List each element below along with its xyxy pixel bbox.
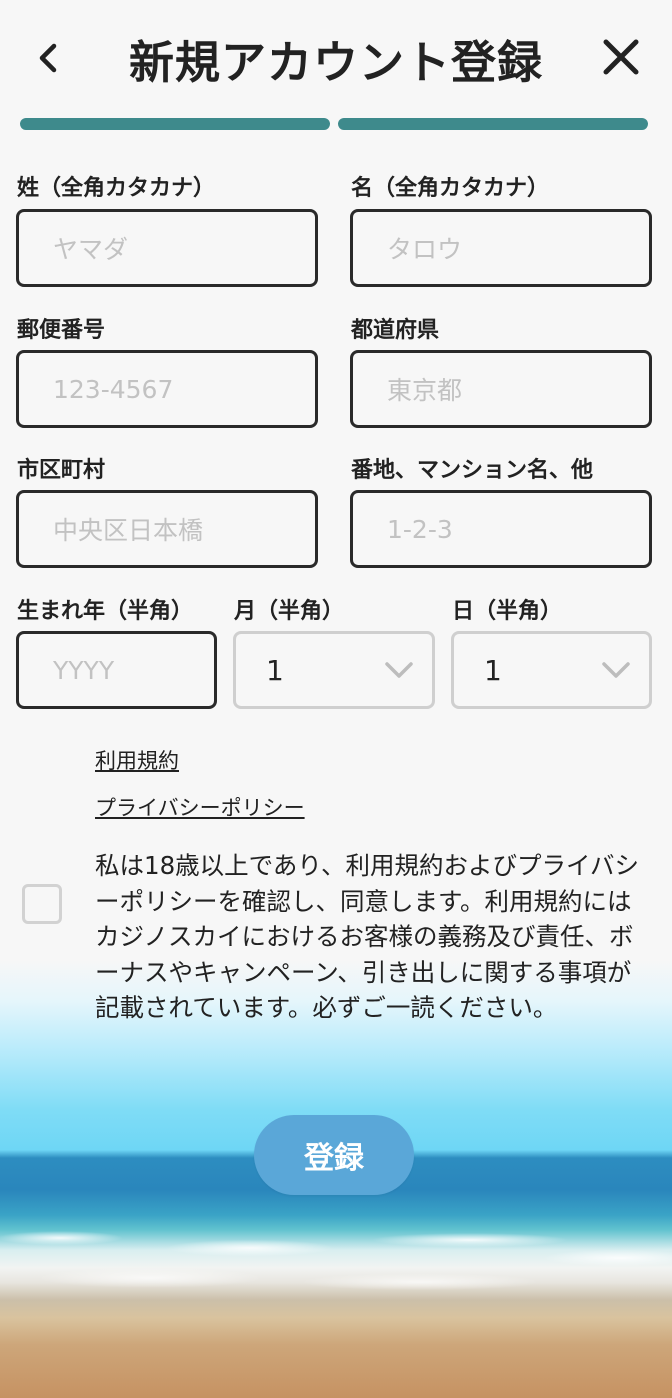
- register-button-label: 登録: [304, 1141, 364, 1176]
- progress-step-2: [338, 118, 648, 130]
- prefecture-label: 都道府県: [351, 318, 440, 343]
- postal-code-label: 郵便番号: [17, 318, 106, 343]
- postal-code-placeholder: 123-4567: [53, 374, 174, 404]
- chevron-down-icon: [602, 662, 630, 678]
- birth-month-label: 月（半角）: [234, 599, 345, 624]
- birth-year-input[interactable]: YYYY: [16, 631, 217, 709]
- chevron-down-icon: [385, 662, 413, 678]
- first-name-input[interactable]: タロウ: [350, 209, 652, 287]
- birth-month-value: 1: [266, 653, 284, 687]
- register-button[interactable]: 登録: [254, 1115, 414, 1195]
- registration-screen: 新規アカウント登録 姓（全角カタカナ） ヤマダ 名（全角カタカナ） タロウ 郵便…: [0, 0, 672, 1398]
- last-name-label: 姓（全角カタカナ）: [17, 176, 216, 201]
- last-name-input[interactable]: ヤマダ: [16, 209, 318, 287]
- page-title: 新規アカウント登録: [128, 36, 543, 89]
- header: 新規アカウント登録: [0, 0, 672, 110]
- first-name-label: 名（全角カタカナ）: [351, 176, 550, 201]
- prefecture-placeholder: 東京都: [387, 376, 463, 405]
- birth-day-value: 1: [484, 653, 502, 687]
- terms-link[interactable]: 利用規約: [95, 745, 179, 775]
- address-placeholder: 1-2-3: [387, 514, 453, 544]
- address-input[interactable]: 1-2-3: [350, 490, 652, 568]
- first-name-placeholder: タロウ: [387, 235, 463, 264]
- prefecture-input[interactable]: 東京都: [350, 350, 652, 428]
- postal-code-input[interactable]: 123-4567: [16, 350, 318, 428]
- city-input[interactable]: 中央区日本橋: [16, 490, 318, 568]
- birth-month-select[interactable]: 1: [233, 631, 435, 709]
- birth-year-placeholder: YYYY: [53, 655, 115, 685]
- city-label: 市区町村: [17, 458, 106, 483]
- privacy-policy-link[interactable]: プライバシーポリシー: [95, 792, 305, 822]
- city-placeholder: 中央区日本橋: [53, 516, 204, 545]
- progress-step-1: [20, 118, 330, 130]
- last-name-placeholder: ヤマダ: [53, 235, 129, 264]
- consent-checkbox[interactable]: [22, 884, 62, 924]
- birth-year-label: 生まれ年（半角）: [17, 599, 194, 624]
- consent-text: 私は18歳以上であり、利用規約およびプライバシーポリシーを確認し、同意します。利…: [95, 851, 639, 1022]
- birth-day-label: 日（半角）: [452, 599, 563, 624]
- birth-day-select[interactable]: 1: [451, 631, 652, 709]
- address-label: 番地、マンション名、他: [351, 458, 594, 483]
- close-button[interactable]: [598, 34, 644, 80]
- close-icon: [603, 39, 639, 75]
